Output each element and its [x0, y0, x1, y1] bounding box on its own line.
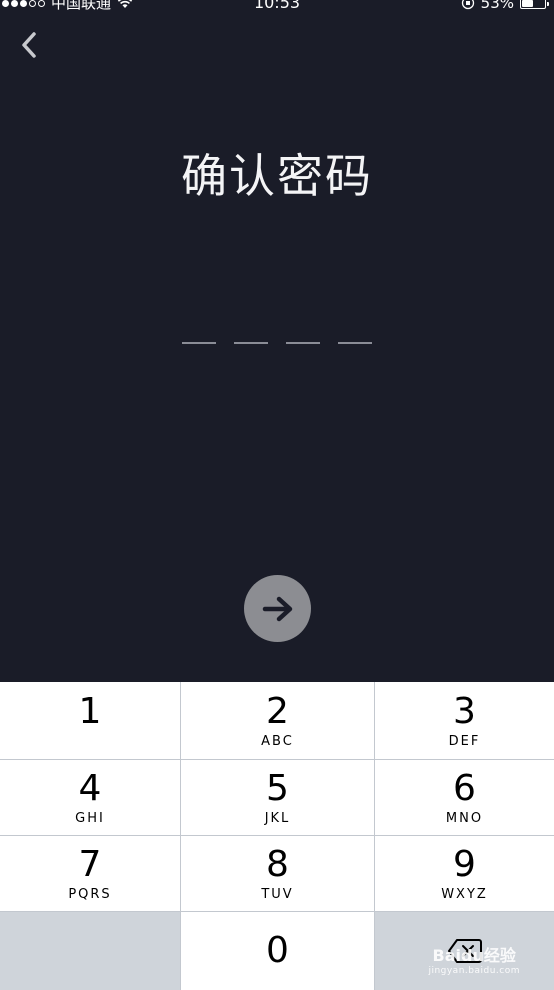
orientation-lock-icon — [461, 0, 474, 10]
arrow-right-icon — [262, 596, 292, 621]
pin-slot — [182, 342, 216, 344]
battery-percent: 53% — [480, 0, 514, 12]
key-8[interactable]: 8 TUV — [181, 836, 374, 911]
key-3[interactable]: 3 DEF — [375, 682, 554, 759]
key-5[interactable]: 5 JKL — [181, 760, 374, 835]
key-4[interactable]: 4 GHI — [0, 760, 180, 835]
key-6[interactable]: 6 MNO — [375, 760, 554, 835]
chevron-left-icon — [22, 32, 36, 58]
key-9[interactable]: 9 WXYZ — [375, 836, 554, 911]
key-7[interactable]: 7 PQRS — [0, 836, 180, 911]
pin-slot — [234, 342, 268, 344]
pin-input[interactable] — [182, 342, 372, 344]
key-blank — [0, 912, 180, 990]
status-bar: 中国联通 10:53 53% — [0, 0, 554, 12]
delete-key[interactable]: Baidu经验 jingyan.baidu.com — [375, 912, 554, 990]
pin-slot — [338, 342, 372, 344]
battery-fill — [522, 0, 534, 7]
battery-icon — [520, 0, 549, 9]
key-0[interactable]: 0 — [181, 912, 374, 990]
page-title: 确认密码 — [181, 149, 373, 203]
key-1[interactable]: 1 — [0, 682, 180, 759]
watermark: Baidu经验 jingyan.baidu.com — [428, 946, 520, 976]
back-button[interactable] — [12, 28, 46, 62]
number-keypad: 1 2 ABC 3 DEF 4 GHI 5 JKL 6 MNO 7 PQRS 8… — [0, 682, 554, 990]
status-right: 53% — [461, 0, 549, 12]
key-2[interactable]: 2 ABC — [181, 682, 374, 759]
pin-slot — [286, 342, 320, 344]
next-button[interactable] — [244, 575, 311, 642]
